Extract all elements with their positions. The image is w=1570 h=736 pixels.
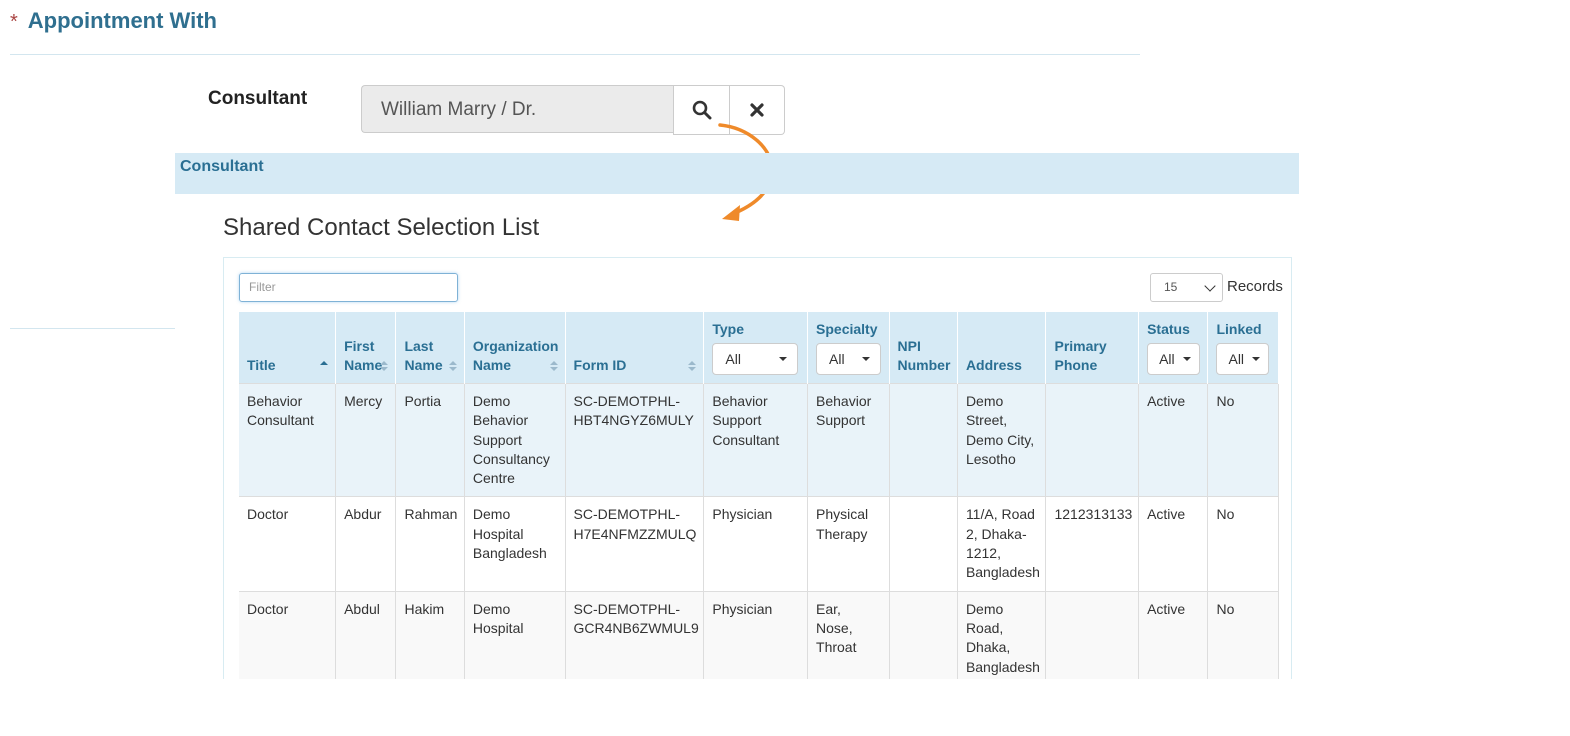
cell-organization-name: Demo Behavior Support Consultancy Centre (464, 382, 566, 497)
col-status: Status All (1138, 312, 1209, 384)
contact-list-panel: Filter 15 Records Title First Name Last … (223, 257, 1292, 679)
cell-address: Demo Street, Demo City, Lesotho (957, 382, 1047, 497)
cell-primary-phone: 1212313133 (1045, 496, 1140, 592)
type-filter-dropdown[interactable]: All (712, 343, 799, 375)
col-first-name[interactable]: First Name (335, 312, 397, 384)
col-linked: Linked All (1207, 312, 1279, 384)
caret-down-icon (862, 357, 871, 361)
cell-type: Behavior Support Consultant (703, 382, 809, 497)
table-header-row: Title First Name Last Name Organization … (239, 312, 1279, 384)
cell-title: Behavior Consultant (239, 382, 337, 497)
page-size-value: 15 (1164, 280, 1178, 294)
caret-down-icon (1252, 357, 1261, 361)
cell-primary-phone (1045, 590, 1140, 679)
consultant-label: Consultant (208, 88, 308, 109)
records-label: Records (1227, 278, 1283, 295)
filter-input[interactable]: Filter (239, 273, 458, 302)
cell-primary-phone (1045, 382, 1140, 497)
consultant-input[interactable]: William Marry / Dr. (361, 85, 673, 133)
cell-first-name: Mercy (335, 382, 397, 497)
col-status-label: Status (1147, 321, 1190, 337)
cell-title: Doctor (239, 496, 337, 592)
cell-linked: No (1207, 590, 1279, 679)
cell-linked: No (1207, 496, 1279, 592)
col-address: Address (957, 312, 1047, 384)
cell-first-name: Abdur (335, 496, 397, 592)
status-filter-dropdown[interactable]: All (1147, 343, 1201, 375)
col-organization-name[interactable]: Organization Name (464, 312, 566, 384)
col-primary-phone: Primary Phone (1045, 312, 1140, 384)
col-specialty-label: Specialty (816, 321, 878, 337)
cell-status: Active (1138, 496, 1209, 592)
cell-specialty: Physical Therapy (807, 496, 890, 592)
cell-last-name: Portia (395, 382, 465, 497)
cell-form-id: SC-DEMOTPHL-H7E4NFMZZMULQ (565, 496, 705, 592)
cell-linked: No (1207, 382, 1279, 497)
sort-icon (380, 361, 389, 371)
cell-status: Active (1138, 382, 1209, 497)
table-row[interactable]: Behavior Consultant Mercy Portia Demo Be… (239, 382, 1279, 497)
cell-address: Demo Road, Dhaka, Bangladesh (957, 590, 1047, 679)
table-row[interactable]: Doctor Abdul Hakim Demo Hospital SC-DEMO… (239, 590, 1279, 679)
col-linked-label: Linked (1216, 321, 1262, 337)
page-size-select[interactable]: 15 (1150, 273, 1223, 302)
cell-specialty: Ear, Nose, Throat (807, 590, 890, 679)
cell-address: 11/A, Road 2, Dhaka-1212, Bangladesh (957, 496, 1047, 592)
cell-form-id: SC-DEMOTPHL-GCR4NB6ZWMUL9 (565, 590, 705, 679)
cell-specialty: Behavior Support (807, 382, 890, 497)
sort-icon (448, 361, 457, 371)
linked-filter-dropdown[interactable]: All (1216, 343, 1270, 375)
col-last-name[interactable]: Last Name (395, 312, 465, 384)
cell-last-name: Rahman (395, 496, 465, 592)
col-form-id[interactable]: Form ID (565, 312, 705, 384)
col-type: Type All (703, 312, 809, 384)
sort-asc-icon (320, 361, 329, 365)
sort-icon (549, 361, 558, 371)
consultant-panel-heading: Consultant (175, 153, 1299, 194)
cell-type: Physician (703, 590, 809, 679)
cell-organization-name: Demo Hospital Bangladesh (464, 496, 566, 592)
contacts-table: Title First Name Last Name Organization … (239, 312, 1279, 679)
table-row[interactable]: Doctor Abdur Rahman Demo Hospital Bangla… (239, 496, 1279, 592)
col-npi-number: NPI Number (889, 312, 958, 384)
specialty-filter-dropdown[interactable]: All (816, 343, 882, 375)
divider (10, 54, 1140, 55)
section-title: * Appointment With (10, 8, 217, 34)
cell-npi-number (889, 382, 958, 497)
chevron-down-icon (1204, 280, 1216, 292)
col-title[interactable]: Title (239, 312, 337, 384)
list-title: Shared Contact Selection List (223, 214, 540, 241)
cell-last-name: Hakim (395, 590, 465, 679)
cell-title: Doctor (239, 590, 337, 679)
required-marker: * (10, 11, 18, 33)
cell-organization-name: Demo Hospital (464, 590, 566, 679)
col-specialty: Specialty All (807, 312, 890, 384)
section-title-text: Appointment With (27, 8, 217, 33)
cell-npi-number (889, 496, 958, 592)
sort-icon (688, 361, 697, 371)
cell-form-id: SC-DEMOTPHL-HBT4NGYZ6MULY (565, 382, 705, 497)
cell-type: Physician (703, 496, 809, 592)
cell-first-name: Abdul (335, 590, 397, 679)
cell-npi-number (889, 590, 958, 679)
caret-down-icon (1183, 357, 1192, 361)
divider (10, 328, 175, 329)
cell-status: Active (1138, 590, 1209, 679)
caret-down-icon (779, 357, 788, 361)
col-type-label: Type (712, 321, 745, 337)
